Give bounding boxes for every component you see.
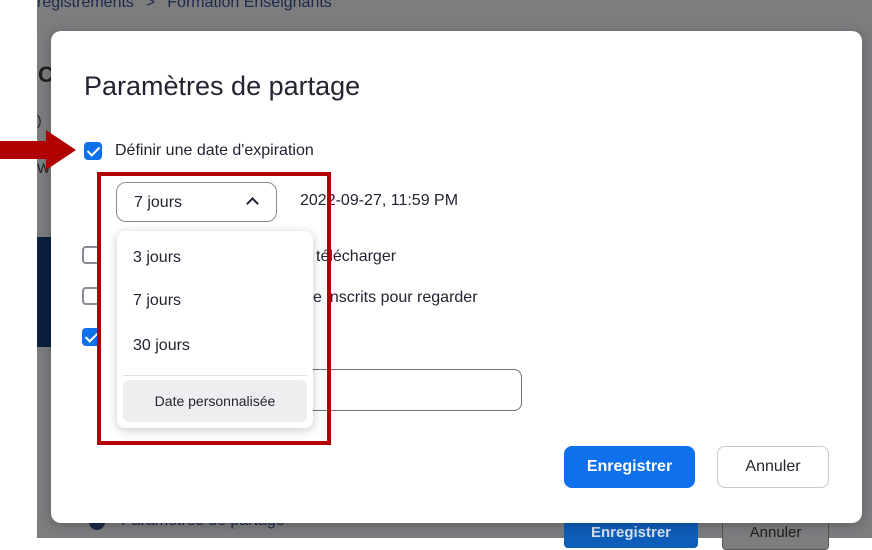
breadcrumb-separator: > bbox=[145, 0, 156, 11]
expiration-checkbox[interactable] bbox=[84, 142, 102, 160]
cancel-button[interactable]: Annuler bbox=[717, 446, 829, 488]
annotation-arrow-icon bbox=[0, 130, 76, 170]
breadcrumb-current: Formation Enseignants bbox=[167, 0, 332, 11]
breadcrumb: registrements > Formation Enseignants bbox=[37, 0, 332, 12]
page-meta-fragment: ) bbox=[37, 112, 42, 128]
registered-only-label: e inscrits pour regarder bbox=[313, 289, 478, 306]
breadcrumb-parent[interactable]: registrements bbox=[37, 0, 134, 11]
save-button[interactable]: Enregistrer bbox=[564, 446, 695, 488]
dialog-title: Paramètres de partage bbox=[84, 71, 361, 101]
annotation-highlight-box bbox=[97, 172, 331, 445]
expiration-label: Définir une date d'expiration bbox=[115, 142, 314, 159]
